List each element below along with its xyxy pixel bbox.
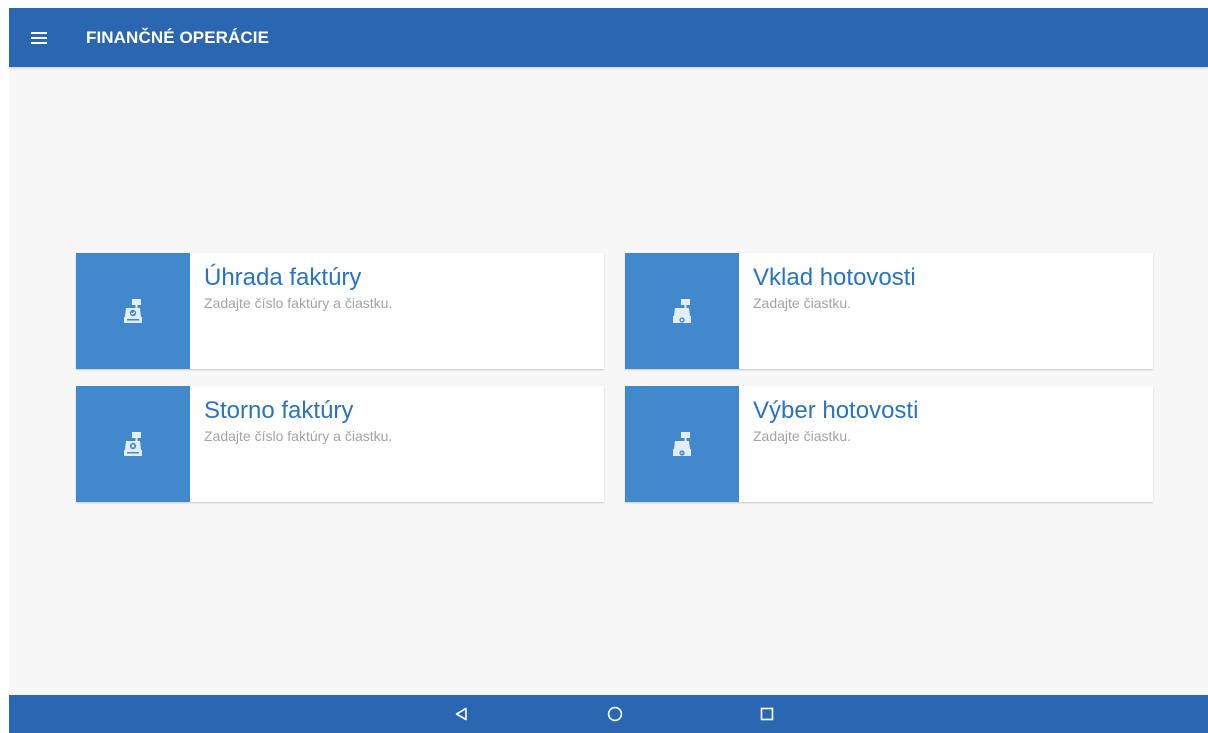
card-subtitle: Zadajte číslo faktúry a čiastku.: [204, 428, 393, 444]
card-text: Úhrada faktúry Zadajte číslo faktúry a č…: [190, 253, 392, 369]
card-subtitle: Zadajte čiastku.: [753, 428, 852, 444]
card-icon-area: [76, 253, 190, 369]
card-icon-area: [625, 386, 739, 502]
recents-button[interactable]: [747, 695, 787, 733]
card-subtitle: Zadajte čiastku.: [753, 295, 852, 311]
cash-register-cancel-icon: [124, 432, 142, 456]
page-title: FINANČNÉ OPERÁCIE: [86, 27, 270, 47]
card-title: Vklad hotovosti: [753, 264, 916, 291]
card-invoice-payment[interactable]: Úhrada faktúry Zadajte číslo faktúry a č…: [76, 253, 604, 369]
card-text: Vklad hotovosti Zadajte čiastku.: [739, 253, 916, 369]
hamburger-menu-icon[interactable]: [31, 31, 47, 44]
card-invoice-cancel[interactable]: Storno faktúry Zadajte číslo faktúry a č…: [76, 386, 604, 502]
card-cash-withdrawal[interactable]: Výber hotovosti Zadajte čiastku.: [625, 386, 1153, 502]
system-navigation-bar: [9, 695, 1208, 733]
back-icon[interactable]: [454, 707, 468, 721]
card-text: Storno faktúry Zadajte číslo faktúry a č…: [190, 386, 392, 502]
card-text: Výber hotovosti Zadajte čiastku.: [739, 386, 918, 502]
cash-register-withdraw-icon: [673, 432, 691, 456]
app-screen: FINANČNÉ OPERÁCIE Úhrada faktúry Zadajte…: [9, 8, 1208, 733]
back-button[interactable]: [441, 695, 481, 733]
card-icon-area: [625, 253, 739, 369]
card-subtitle: Zadajte číslo faktúry a čiastku.: [204, 295, 393, 311]
app-bar: FINANČNÉ OPERÁCIE: [9, 8, 1208, 67]
cash-register-deposit-icon: [673, 299, 691, 323]
cash-register-check-icon: [124, 299, 142, 323]
card-icon-area: [76, 386, 190, 502]
menu-button[interactable]: [9, 8, 69, 67]
card-title: Výber hotovosti: [753, 397, 919, 424]
card-title: Úhrada faktúry: [204, 264, 362, 291]
home-icon[interactable]: [607, 706, 623, 722]
card-title: Storno faktúry: [204, 397, 354, 424]
recents-icon[interactable]: [760, 707, 774, 721]
home-button[interactable]: [595, 695, 635, 733]
card-cash-deposit[interactable]: Vklad hotovosti Zadajte čiastku.: [625, 253, 1153, 369]
